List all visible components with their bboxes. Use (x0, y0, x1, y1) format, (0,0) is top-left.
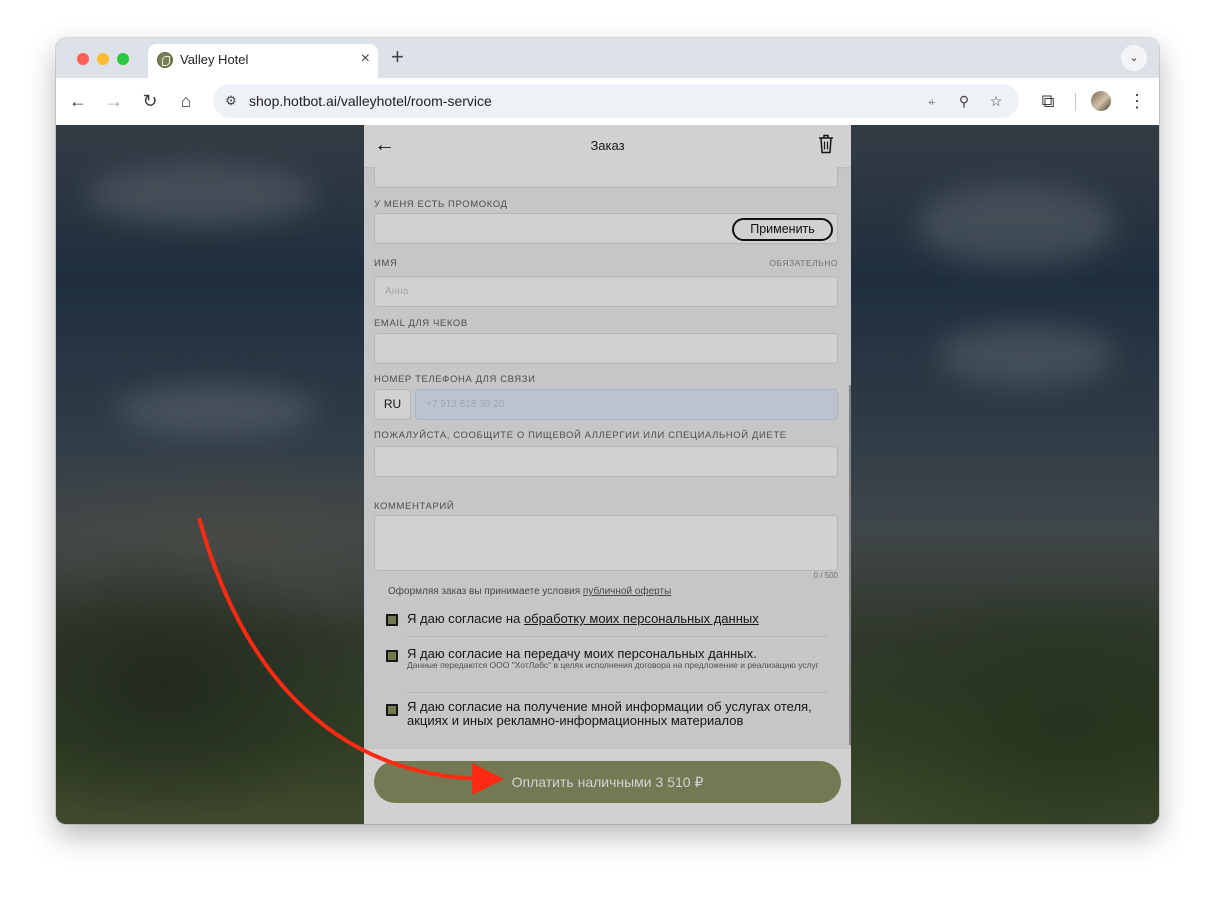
close-window-button[interactable] (77, 53, 89, 65)
background-cloud (116, 385, 316, 435)
toolbar-divider (1075, 93, 1076, 111)
order-panel: ← Заказ У МЕНЯ ЕСТЬ ПРОМОКОД Применить И… (364, 125, 851, 824)
tab-search-icon[interactable]: ⌄ (1121, 45, 1147, 71)
comment-textarea[interactable] (374, 515, 838, 571)
previous-field[interactable] (374, 167, 838, 188)
tab-title: Valley Hotel (180, 52, 249, 67)
order-header: ← Заказ (364, 125, 851, 167)
consent-data-transfer-note: Данные передаются ООО "ХотЛабс" в целях … (407, 660, 819, 670)
name-label: ИМЯ (374, 258, 398, 269)
browser-window: Valley Hotel × + ⌄ ← → ↻ ⌂ ⚙ shop.hotbot… (56, 38, 1159, 824)
country-code-select[interactable]: RU (374, 389, 411, 420)
promo-label: У МЕНЯ ЕСТЬ ПРОМОКОД (374, 199, 508, 210)
comment-label: КОММЕНТАРИЙ (374, 501, 455, 512)
page-content: ← Заказ У МЕНЯ ЕСТЬ ПРОМОКОД Применить И… (56, 125, 1159, 824)
browser-toolbar: ← → ↻ ⌂ ⚙ shop.hotbot.ai/valleyhotel/roo… (56, 78, 1159, 126)
apply-promo-button[interactable]: Применить (732, 218, 833, 241)
forward-icon[interactable]: → (103, 90, 125, 112)
back-icon[interactable]: ← (67, 90, 89, 112)
consent-personal-data-checkbox[interactable] (386, 614, 398, 626)
extensions-icon[interactable]: ⧉ (1037, 90, 1059, 112)
consent1-prefix: Я даю согласие на (407, 611, 524, 626)
offer-notice: Оформляя заказ вы принимаете условия пуб… (388, 586, 671, 597)
public-offer-link[interactable]: публичной оферты (583, 586, 671, 597)
consent-divider (407, 636, 828, 637)
comment-counter: 0 / 500 (813, 571, 838, 580)
consent-marketing-text: Я даю согласие на получение мной информа… (407, 699, 812, 728)
reload-icon[interactable]: ↻ (139, 90, 161, 112)
profile-avatar[interactable] (1091, 91, 1111, 111)
name-input[interactable]: Анна (374, 276, 838, 307)
site-settings-icon[interactable]: ⚙ (222, 92, 240, 110)
offer-prefix: Оформляя заказ вы принимаете условия (388, 586, 583, 597)
consent-divider (407, 692, 828, 693)
background-cloud (936, 325, 1116, 385)
tab-bar: Valley Hotel × + ⌄ (56, 38, 1159, 78)
trash-icon[interactable] (818, 134, 834, 154)
zoom-icon[interactable]: ⚲ (955, 92, 973, 110)
consent-marketing: Я даю согласие на получение мной информа… (386, 699, 826, 739)
email-label: EMAIL ДЛЯ ЧЕКОВ (374, 318, 468, 329)
consent-personal-data-text: Я даю согласие на обработку моих персона… (407, 612, 759, 626)
home-icon[interactable]: ⌂ (175, 90, 197, 112)
maximize-window-button[interactable] (117, 53, 129, 65)
phone-label: НОМЕР ТЕЛЕФОНА ДЛЯ СВЯЗИ (374, 374, 536, 385)
url-text[interactable]: shop.hotbot.ai/valleyhotel/room-service (249, 93, 492, 109)
background-cloud (916, 185, 1116, 265)
background-cloud (86, 165, 316, 225)
bookmark-star-icon[interactable]: ☆ (987, 92, 1005, 110)
required-badge: ОБЯЗАТЕЛЬНО (769, 258, 838, 268)
page-title: Заказ (590, 138, 625, 153)
consent-marketing-checkbox[interactable] (386, 704, 398, 716)
allergy-label: ПОЖАЛУЙСТА, СООБЩИТЕ О ПИЩЕВОЙ АЛЛЕРГИИ … (374, 430, 787, 441)
allergy-input[interactable] (374, 446, 838, 477)
personal-data-link[interactable]: обработку моих персональных данных (524, 611, 759, 626)
panel-scrollbar[interactable] (849, 385, 851, 745)
hotel-logo-icon (157, 52, 173, 68)
consent-personal-data: Я даю согласие на обработку моих персона… (386, 609, 828, 639)
consent-data-transfer-checkbox[interactable] (386, 650, 398, 662)
pay-cash-button[interactable]: Оплатить наличными 3 510 ₽ (374, 761, 841, 803)
translate-icon[interactable]: ⍅ (923, 92, 941, 110)
minimize-window-button[interactable] (97, 53, 109, 65)
tab-close-icon[interactable]: × (361, 50, 370, 68)
address-bar[interactable]: ⚙ shop.hotbot.ai/valleyhotel/room-servic… (213, 84, 1019, 118)
browser-menu-icon[interactable]: ⋮ (1126, 90, 1148, 112)
consent-data-transfer: Я даю согласие на передачу моих персонал… (386, 643, 828, 695)
tab-valley-hotel[interactable]: Valley Hotel × (148, 44, 378, 78)
consent-data-transfer-text: Я даю согласие на передачу моих персонал… (407, 646, 757, 661)
new-tab-icon[interactable]: + (391, 46, 404, 68)
phone-input[interactable]: +7 913 618 30 20 (415, 389, 838, 420)
email-input[interactable] (374, 333, 838, 364)
